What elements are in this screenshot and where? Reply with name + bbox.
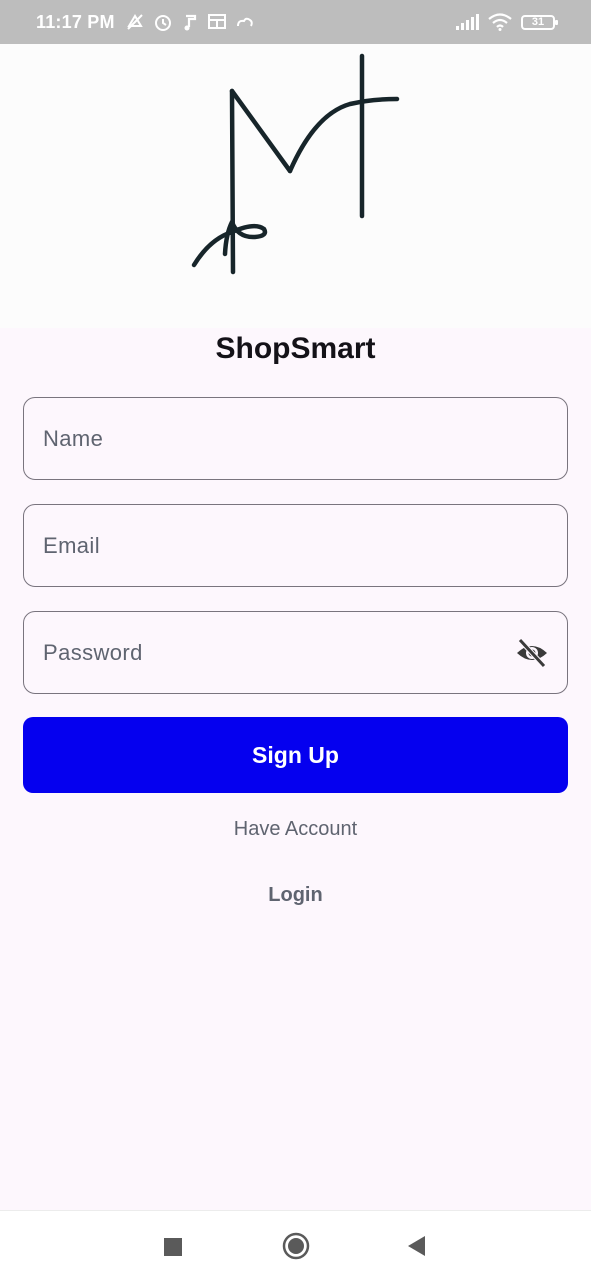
cloud-icon [236, 17, 253, 27]
app-title: ShopSmart [215, 332, 376, 365]
status-bar: 11:17 PM 31 [0, 0, 591, 44]
recents-button[interactable] [163, 1237, 183, 1257]
logo-header [0, 44, 591, 328]
visibility-off-icon[interactable] [514, 635, 550, 671]
app-logo [191, 53, 400, 275]
name-field[interactable] [23, 397, 568, 480]
sign-up-button[interactable]: Sign Up [23, 717, 568, 793]
login-link[interactable]: Login [0, 884, 591, 907]
have-account-text: Have Account [233, 818, 358, 840]
system-icons: 31 [455, 13, 558, 31]
password-field[interactable] [23, 611, 568, 694]
status-time: 11:17 PM [36, 11, 115, 32]
signal-icon [456, 14, 479, 30]
navigation-bar [0, 1210, 591, 1281]
back-button[interactable] [406, 1235, 426, 1257]
email-field[interactable] [23, 504, 568, 587]
password-input[interactable] [41, 638, 506, 667]
alarm-icon [154, 15, 171, 31]
email-input[interactable] [41, 531, 550, 560]
news-icon [207, 14, 226, 29]
music-icon [184, 14, 196, 31]
battery-level: 31 [531, 16, 545, 28]
battery-icon: 31 [521, 14, 558, 30]
wifi-icon [488, 13, 512, 31]
mute-icon [126, 14, 143, 30]
home-button[interactable] [282, 1232, 310, 1260]
notification-icons [125, 12, 255, 32]
name-input[interactable] [41, 424, 550, 453]
